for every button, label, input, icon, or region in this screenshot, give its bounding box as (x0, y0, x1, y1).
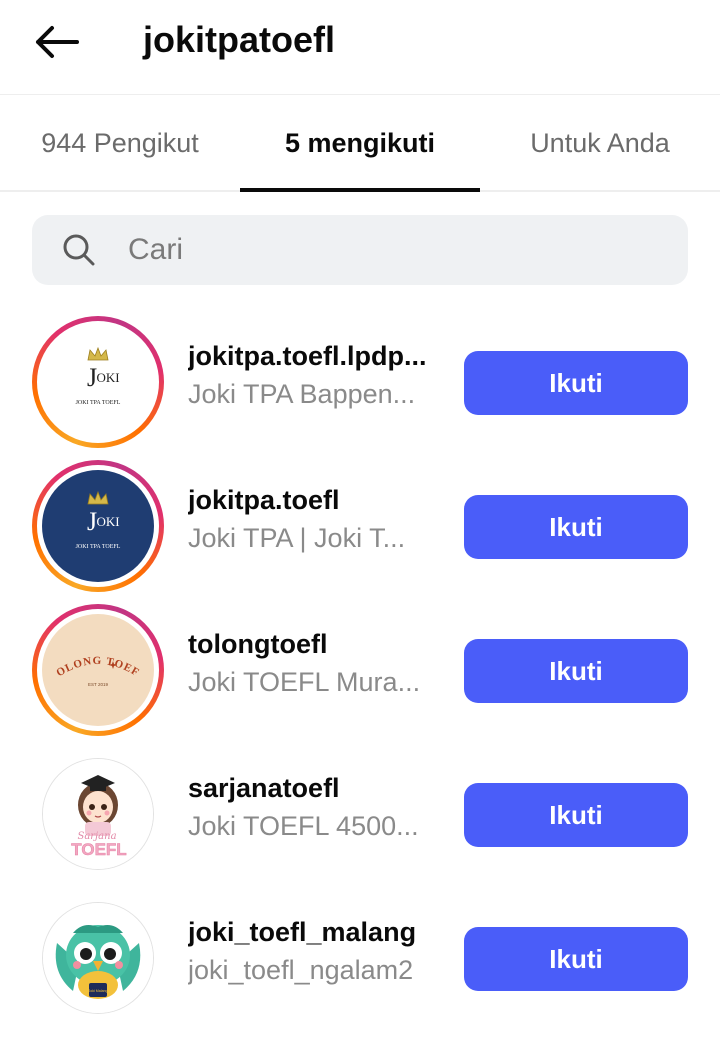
svg-text:EST 2019: EST 2019 (88, 682, 108, 687)
search-input[interactable] (128, 215, 668, 285)
avatar-image: J OKI JOKI TPA TOEFL (37, 321, 159, 443)
follow-button[interactable]: Ikuti (464, 351, 688, 415)
avatar[interactable]: Sarjana TOEFL (42, 758, 154, 870)
user-subtitle: Joki TOEFL Mura... (188, 667, 421, 697)
avatar[interactable]: J OKI JOKI TPA TOEFL (32, 316, 164, 448)
tab-following[interactable]: 5 mengikuti (240, 96, 480, 190)
arrow-left-icon (36, 26, 79, 58)
username[interactable]: tolongtoefl (188, 626, 444, 662)
tab-followers[interactable]: 944 Pengikut (0, 96, 240, 190)
username[interactable]: jokitpa.toefl.lpdp... (188, 338, 444, 374)
list-item: J OKI JOKI TPA TOEFL jokitpa.toefl Joki … (0, 458, 720, 602)
svg-text:OKI: OKI (96, 514, 119, 529)
avatar-image: Joki Malang (43, 903, 153, 1013)
follow-tabs: 944 Pengikut 5 mengikuti Untuk Anda (0, 96, 720, 192)
active-tab-indicator (240, 188, 480, 192)
search-icon (63, 234, 95, 266)
follow-button[interactable]: Ikuti (464, 495, 688, 559)
avatar-image: TOLONG TOEFL EST 2019 (37, 609, 159, 731)
top-bar: jokitpatoefl (0, 0, 720, 95)
list-item: J OKI JOKI TPA TOEFL jokitpa.toefl.lpdp.… (0, 314, 720, 458)
page-title: jokitpatoefl (143, 19, 336, 60)
svg-text:JOKI TPA TOEFL: JOKI TPA TOEFL (76, 544, 121, 550)
back-button[interactable] (24, 14, 88, 70)
svg-text:TOEFL: TOEFL (71, 840, 126, 859)
username[interactable]: jokitpa.toefl (188, 482, 444, 518)
username[interactable]: joki_toefl_malang (188, 914, 444, 950)
avatar-image: Sarjana TOEFL (43, 759, 153, 869)
user-subtitle: Joki TPA | Joki T... (188, 523, 406, 553)
tab-for-you[interactable]: Untuk Anda (480, 96, 720, 190)
svg-text:JOKI TPA TOEFL: JOKI TPA TOEFL (76, 400, 121, 406)
follow-button[interactable]: Ikuti (464, 927, 688, 991)
avatar-image: J OKI JOKI TPA TOEFL (37, 465, 159, 587)
svg-text:OKI: OKI (96, 370, 119, 385)
user-subtitle: Joki TOEFL 4500... (188, 811, 419, 841)
user-subtitle: Joki TPA Bappen... (188, 379, 416, 409)
list-item: Sarjana TOEFL sarjanatoefl Joki TOEFL 45… (0, 746, 720, 890)
user-subtitle: joki_toefl_ngalam2 (188, 955, 414, 985)
list-item: TOLONG TOEFL EST 2019 tolongtoefl Joki T… (0, 602, 720, 746)
avatar[interactable]: TOLONG TOEFL EST 2019 (32, 604, 164, 736)
avatar[interactable]: J OKI JOKI TPA TOEFL (32, 460, 164, 592)
svg-text:Joki Malang: Joki Malang (88, 989, 107, 993)
follow-button[interactable]: Ikuti (464, 783, 688, 847)
avatar[interactable]: Joki Malang (42, 902, 154, 1014)
follow-button[interactable]: Ikuti (464, 639, 688, 703)
username[interactable]: sarjanatoefl (188, 770, 444, 806)
list-item: Joki Malang joki_toefl_malang joki_toefl… (0, 890, 720, 1034)
search-bar[interactable] (32, 215, 688, 285)
